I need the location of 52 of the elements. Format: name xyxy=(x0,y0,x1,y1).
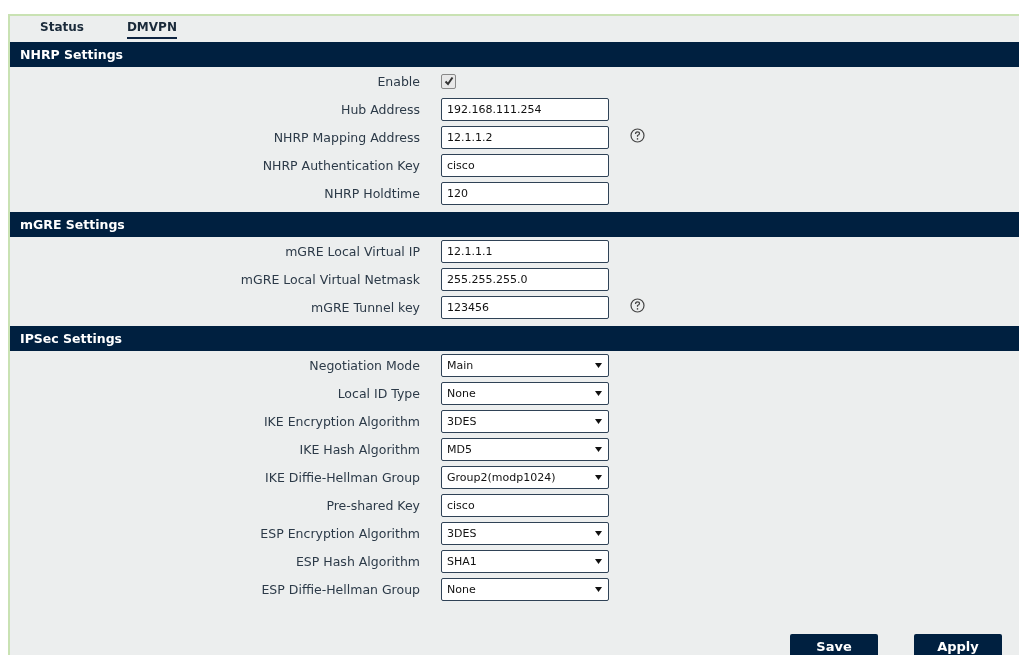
field-label: Negotiation Mode xyxy=(308,357,420,373)
dropdown[interactable]: MD5 xyxy=(441,437,609,461)
field-label: IKE Hash Algorithm xyxy=(298,441,420,457)
tab[interactable]: Status xyxy=(40,20,84,39)
section-header: mGRE Settings xyxy=(10,212,1019,237)
input-field[interactable]: 12.1.1.2 xyxy=(441,125,609,149)
field-label: mGRE Local Virtual Netmask xyxy=(239,271,420,287)
input-field[interactable]: 255.255.255.0 xyxy=(441,267,609,291)
field-label: Enable xyxy=(376,73,420,89)
dropdown[interactable]: 3DES xyxy=(441,521,609,545)
dropdown[interactable]: None xyxy=(441,577,609,601)
field-label: NHRP Authentication Key xyxy=(261,157,420,173)
caret-icon xyxy=(595,390,602,396)
help-icon[interactable] xyxy=(630,127,645,143)
input-field[interactable]: cisco xyxy=(441,493,609,517)
input-field[interactable]: cisco xyxy=(441,153,609,177)
field-label: NHRP Mapping Address xyxy=(272,129,420,145)
dropdown[interactable]: Group2(modp1024) xyxy=(441,465,609,489)
field-label: ESP Hash Algorithm xyxy=(294,553,420,569)
dropdown[interactable]: 3DES xyxy=(441,409,609,433)
field-label: mGRE Tunnel key xyxy=(310,299,420,315)
checkmark-icon xyxy=(443,76,454,86)
field-label: Local ID Type xyxy=(336,385,420,401)
section-header: NHRP Settings xyxy=(10,42,1019,67)
field-label: Pre-shared Key xyxy=(325,497,420,513)
input-field[interactable]: 12.1.1.1 xyxy=(441,239,609,263)
dropdown[interactable]: SHA1 xyxy=(441,549,609,573)
field-label: mGRE Local Virtual IP xyxy=(284,243,420,259)
help-icon[interactable] xyxy=(630,297,645,313)
field-label: IKE Encryption Algorithm xyxy=(262,413,420,429)
field-label: NHRP Holdtime xyxy=(323,185,420,201)
input-field[interactable]: 192.168.111.254 xyxy=(441,97,609,121)
caret-icon xyxy=(595,362,602,368)
section-header: IPSec Settings xyxy=(10,326,1019,351)
field-label: IKE Diffie-Hellman Group xyxy=(264,469,420,485)
field-label: ESP Encryption Algorithm xyxy=(259,525,420,541)
tab[interactable]: DMVPN xyxy=(126,20,177,39)
dropdown[interactable]: None xyxy=(441,381,609,405)
caret-icon xyxy=(595,586,602,592)
field-label: Hub Address xyxy=(340,101,420,117)
input-field[interactable]: 123456 xyxy=(441,295,609,319)
caret-icon xyxy=(595,474,602,480)
caret-icon xyxy=(595,446,602,452)
caret-icon xyxy=(595,418,602,424)
caret-icon xyxy=(595,558,602,564)
caret-icon xyxy=(595,530,602,536)
save-button[interactable]: Save xyxy=(790,634,878,655)
enable-checkbox[interactable] xyxy=(441,73,456,89)
input-field[interactable]: 120 xyxy=(441,181,609,205)
dropdown[interactable]: Main xyxy=(441,353,609,377)
apply-button[interactable]: Apply xyxy=(914,634,1002,655)
field-label: ESP Diffie-Hellman Group xyxy=(260,581,420,597)
